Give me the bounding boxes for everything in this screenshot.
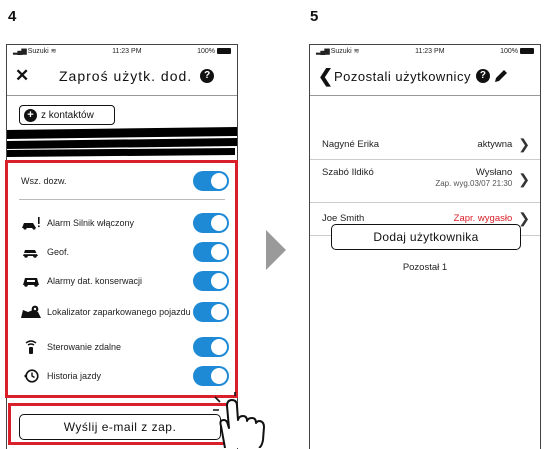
contacts-button[interactable]: + z kontaktów [19, 105, 115, 125]
user-name: Nagyné Erika [322, 138, 380, 150]
close-icon[interactable]: ✕ [15, 66, 37, 86]
invite-expiry: Zap. wyg.03/07 21:30 [435, 179, 513, 188]
battery-label: 100% [197, 47, 215, 55]
right-phone-screen: ▂▄▆ Suzuki ≋ 11:23 PM 100% ❮ Pozostali u… [309, 44, 541, 449]
carrier-label: Suzuki [27, 48, 49, 55]
chevron-right-icon: ❯ [518, 171, 530, 187]
permissions-highlight [5, 160, 238, 398]
user-name: Joe Smith [322, 212, 365, 224]
status-bar: ▂▄▆ Suzuki ≋ 11:23 PM 100% [310, 45, 540, 57]
battery-icon [519, 47, 534, 54]
user-status: aktywna [477, 138, 513, 150]
user-row-nagyne-erika[interactable]: Nagyné Erika aktywna ❯ [310, 131, 540, 157]
battery-label: 100% [500, 47, 518, 55]
clock: 11:23 PM [415, 47, 445, 55]
next-step-arrow-icon [266, 230, 286, 270]
help-icon[interactable]: ? [475, 69, 490, 83]
user-status: Wysłano [475, 167, 513, 178]
step-number-5: 5 [310, 8, 319, 25]
user-name: Szabó Ildikó [322, 167, 374, 178]
user-row-szabo-ildiko[interactable]: Szabó Ildikó Wysłano Zap. wyg.03/07 21:3… [310, 163, 540, 201]
page-title: Zaproś użytk. dod. [59, 68, 193, 84]
help-icon[interactable]: ? [200, 69, 215, 83]
header: ✕ Zaproś użytk. dod. ? [7, 57, 237, 95]
send-button-highlight [8, 403, 238, 445]
wifi-icon: ≋ [50, 48, 57, 55]
back-chevron-icon[interactable]: ❮ [318, 66, 334, 87]
carrier-label: Suzuki [330, 48, 352, 55]
page-title: Pozostali użytkownicy [334, 68, 471, 84]
edit-pencil-icon[interactable] [494, 69, 508, 83]
wifi-icon: ≋ [353, 48, 360, 55]
remaining-invites: Pozostał 1 [402, 262, 448, 273]
clock: 11:23 PM [112, 47, 142, 55]
add-icon: + [24, 108, 37, 122]
chevron-right-icon: ❯ [518, 209, 530, 226]
contacts-button-label: z kontaktów [41, 109, 94, 121]
chevron-right-icon: ❯ [518, 135, 530, 152]
battery-icon [216, 47, 231, 54]
user-status-expired: Zapr. wygasło [453, 212, 513, 224]
add-user-button[interactable]: Dodaj użytkownika [331, 224, 521, 250]
header: ❮ Pozostali użytkownicy ? [310, 57, 540, 95]
add-user-label: Dodaj użytkownika [373, 230, 479, 244]
step-number-4: 4 [8, 8, 17, 25]
redacted-bar [7, 127, 237, 157]
tapping-hand-icon [213, 392, 265, 448]
status-bar: ▂▄▆ Suzuki ≋ 11:23 PM 100% [7, 45, 237, 57]
